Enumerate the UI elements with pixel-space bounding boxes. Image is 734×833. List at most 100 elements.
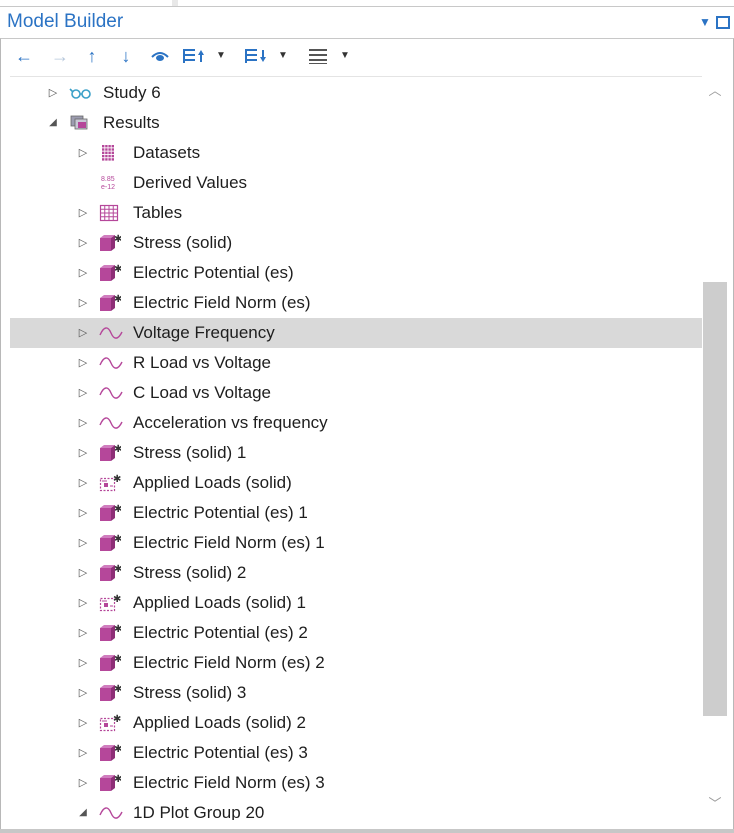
tree-node[interactable]: ▷ ✱ Electric Field Norm (es) (10, 288, 702, 318)
expand-arrow-icon[interactable]: ▷ (76, 528, 90, 558)
tree-node[interactable]: ▷ ✱ Electric Potential (es) 3 (10, 738, 702, 768)
vertical-scrollbar[interactable]: ︿ ﹀ (702, 76, 728, 819)
arrow-down-icon[interactable]: ↓ (116, 42, 136, 70)
scroll-down-icon[interactable]: ﹀ (702, 791, 728, 817)
tree-node[interactable]: ▷ ✱ Electric Potential (es) 2 (10, 618, 702, 648)
sort-icon[interactable] (242, 42, 270, 70)
tree-node[interactable]: ▷ Acceleration vs frequency (10, 408, 702, 438)
3d-plot-group-icon: ✱ (99, 684, 122, 702)
3d-plot-group-icon: ✱ (99, 564, 122, 582)
svg-text:✱: ✱ (113, 594, 121, 605)
tree-node[interactable]: ▷ ✱ Electric Field Norm (es) 2 (10, 648, 702, 678)
tree-node[interactable]: ▷ ✱ Electric Potential (es) 1 (10, 498, 702, 528)
dropdown-triangle-icon[interactable]: ▼ (697, 15, 713, 29)
3d-plot-group-icon: ✱ (99, 294, 122, 312)
svg-text:✱: ✱ (114, 654, 121, 665)
svg-text:✱: ✱ (113, 714, 121, 725)
tree-node-label: Acceleration vs frequency (133, 413, 328, 432)
toggle-placeholder (76, 168, 90, 198)
tree-node-label: Tables (133, 203, 183, 222)
expand-arrow-icon[interactable]: ▷ (76, 678, 90, 708)
expand-arrow-icon[interactable]: ▷ (76, 438, 90, 468)
tree-node[interactable]: ▷ C Load vs Voltage (10, 378, 702, 408)
tree-node[interactable]: ▷ Datasets (10, 138, 702, 168)
expand-arrow-icon[interactable]: ▷ (76, 228, 90, 258)
tree-node[interactable]: 8.85 e-12 Derived Values (10, 168, 702, 198)
tree-node[interactable]: ▷ ✱ Applied Loads (solid) 1 (10, 588, 702, 618)
expand-arrow-icon[interactable]: ▷ (76, 408, 90, 438)
svg-text:✱: ✱ (114, 234, 121, 245)
tree-node[interactable]: ▷ ✱ Applied Loads (solid) 2 (10, 708, 702, 738)
expand-arrow-icon[interactable]: ▷ (76, 708, 90, 738)
window-top-strip (0, 0, 734, 7)
expand-arrow-icon[interactable]: ▷ (76, 288, 90, 318)
1d-plot-group-icon (99, 354, 123, 372)
scroll-up-icon[interactable]: ︿ (702, 78, 728, 104)
list-view-icon[interactable] (306, 42, 330, 70)
tree-node-label: Electric Field Norm (es) (133, 293, 311, 312)
chevron-down-icon[interactable]: ▼ (278, 42, 290, 70)
tree-node[interactable]: ▷ ✱ Electric Field Norm (es) 3 (10, 768, 702, 798)
tree-node[interactable]: ◢ Results (10, 108, 702, 138)
maximize-icon[interactable] (716, 16, 730, 29)
3d-plot-group-icon: ✱ (99, 744, 122, 762)
arrow-right-icon[interactable]: → (48, 42, 72, 70)
expand-all-icon[interactable] (180, 42, 208, 70)
scrollbar-thumb[interactable] (703, 282, 727, 716)
expand-arrow-icon[interactable]: ▷ (76, 618, 90, 648)
expand-arrow-icon[interactable]: ▷ (76, 378, 90, 408)
expand-arrow-icon[interactable]: ▷ (46, 78, 60, 108)
expand-arrow-icon[interactable]: ▷ (76, 198, 90, 228)
tree-node-label: Stress (solid) 3 (133, 683, 247, 702)
1d-plot-group-icon (99, 414, 123, 432)
expand-arrow-icon[interactable]: ▷ (76, 348, 90, 378)
expand-arrow-icon[interactable]: ▷ (76, 138, 90, 168)
expand-arrow-icon[interactable]: ▷ (76, 738, 90, 768)
svg-text:✱: ✱ (114, 534, 121, 545)
3d-plot-group-icon: ✱ (99, 444, 122, 462)
tree-node[interactable]: ▷ Voltage Frequency (10, 318, 702, 348)
panel-bottom-border (0, 829, 734, 833)
tree-node[interactable]: ▷ Study 6 (10, 78, 702, 108)
tree-node-label: Electric Field Norm (es) 1 (133, 533, 325, 552)
expand-arrow-icon[interactable]: ▷ (76, 498, 90, 528)
tree-node-label: Stress (solid) (133, 233, 233, 252)
expand-arrow-icon[interactable]: ▷ (76, 768, 90, 798)
svg-text:8.85: 8.85 (101, 176, 115, 183)
tree-node[interactable]: ▷ ✱ Stress (solid) (10, 228, 702, 258)
expand-arrow-icon[interactable]: ▷ (76, 258, 90, 288)
tree-node-label: Electric Potential (es) 1 (133, 503, 308, 522)
svg-text:✱: ✱ (114, 444, 121, 455)
expand-arrow-icon[interactable]: ▷ (76, 468, 90, 498)
show-icon[interactable] (148, 42, 172, 70)
tree-node[interactable]: ▷ R Load vs Voltage (10, 348, 702, 378)
tree-node-label: Results (103, 113, 160, 132)
chevron-down-icon[interactable]: ▼ (340, 42, 352, 70)
tree-node-label: C Load vs Voltage (133, 383, 271, 402)
expand-arrow-icon[interactable]: ▷ (76, 318, 90, 348)
tree-node-label: R Load vs Voltage (133, 353, 271, 372)
tree-node-label: Applied Loads (solid) (133, 473, 292, 492)
collapse-arrow-icon[interactable]: ◢ (46, 108, 60, 138)
svg-text:✱: ✱ (114, 294, 121, 305)
tables-icon (99, 204, 121, 222)
arrow-up-icon[interactable]: ↑ (82, 42, 102, 70)
tree-node-label: Electric Field Norm (es) 2 (133, 653, 325, 672)
tree-node[interactable]: ▷ ✱ Stress (solid) 1 (10, 438, 702, 468)
tree-node[interactable]: ▷ ✱ Electric Potential (es) (10, 258, 702, 288)
applied-loads-icon: ✱ (99, 714, 121, 732)
collapse-arrow-icon[interactable]: ◢ (76, 798, 90, 820)
expand-arrow-icon[interactable]: ▷ (76, 648, 90, 678)
tree-node[interactable]: ▷ Tables (10, 198, 702, 228)
tree-node[interactable]: ▷ ✱ Applied Loads (solid) (10, 468, 702, 498)
arrow-left-icon[interactable]: ← (12, 42, 36, 70)
1d-plot-group-icon (99, 324, 123, 342)
tree-node[interactable]: ▷ ✱ Stress (solid) 3 (10, 678, 702, 708)
tree-node[interactable]: ▷ ✱ Stress (solid) 2 (10, 558, 702, 588)
tree-node[interactable]: ▷ ✱ Electric Field Norm (es) 1 (10, 528, 702, 558)
expand-arrow-icon[interactable]: ▷ (76, 558, 90, 588)
tree-node[interactable]: ◢ 1D Plot Group 20 (10, 798, 702, 820)
expand-arrow-icon[interactable]: ▷ (76, 588, 90, 618)
chevron-down-icon[interactable]: ▼ (216, 42, 228, 70)
tree-node-label: Electric Potential (es) 2 (133, 623, 308, 642)
